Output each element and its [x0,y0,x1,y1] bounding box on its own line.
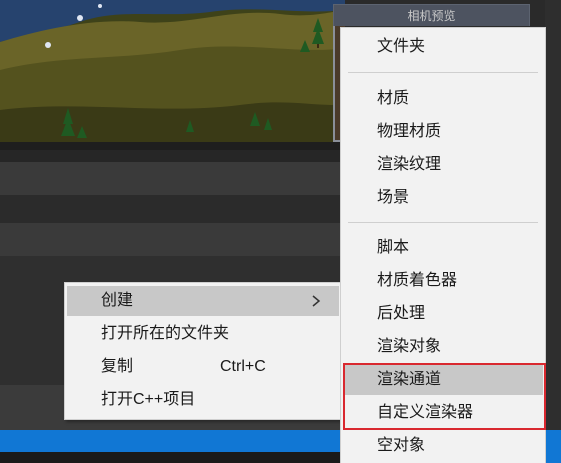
submenu-item-post-processing[interactable]: 后处理 [343,299,543,329]
submenu-item-render-object[interactable]: 渲染对象 [343,332,543,362]
submenu-item-render-texture[interactable]: 渲染纹理 [343,150,543,180]
menu-item-label: 空对象 [377,437,426,454]
menu-item-label: 材质着色器 [377,272,458,289]
scene-viewport[interactable] [0,0,345,150]
menu-item-label: 场景 [377,189,410,206]
submenu-item-material-shader[interactable]: 材质着色器 [343,266,543,296]
status-bar-slot [0,452,345,463]
context-menu: 创建 打开所在的文件夹 复制 Ctrl+C 打开C++项目 [64,282,342,420]
create-submenu: 文件夹 材质 物理材质 渲染纹理 场景 脚本 材质着色器 后处理 渲染对象 渲染… [340,27,546,463]
panel-divider [0,195,345,223]
submenu-item-script[interactable]: 脚本 [343,233,543,263]
menu-item-label: 后处理 [377,305,426,322]
menu-item-label: 物理材质 [377,123,442,140]
menu-item-label: 渲染通道 [377,371,442,388]
menu-item-label: 文件夹 [377,38,426,55]
menu-separator [348,222,538,223]
camera-preview-title: 相机预览 [333,4,530,26]
submenu-item-folder[interactable]: 文件夹 [343,32,543,62]
menu-item-label: 自定义渲染器 [377,404,474,421]
menu-item-label: 打开C++项目 [101,391,196,408]
menu-item-label: 复制 [101,358,134,375]
submenu-item-empty-object[interactable]: 空对象 [343,431,543,461]
editor-right-edge [545,0,561,463]
menu-item-create[interactable]: 创建 [67,286,339,316]
menu-separator [348,72,538,73]
menu-item-open-cpp-project[interactable]: 打开C++项目 [67,385,339,415]
menu-item-label: 渲染对象 [377,338,442,355]
submenu-item-scene[interactable]: 场景 [343,183,543,213]
menu-item-open-containing-folder[interactable]: 打开所在的文件夹 [67,319,339,349]
scene-landscape-image [0,0,345,150]
submenu-item-custom-renderer[interactable]: 自定义渲染器 [343,398,543,428]
menu-item-label: 创建 [101,292,134,309]
menu-item-label: 渲染纹理 [377,156,442,173]
panel-toolbar [0,162,345,195]
panel-header [0,223,345,256]
submenu-item-material[interactable]: 材质 [343,84,543,114]
submenu-item-physics-material[interactable]: 物理材质 [343,117,543,147]
menu-item-shortcut: Ctrl+C [220,358,266,375]
submenu-item-render-pass[interactable]: 渲染通道 [343,365,543,395]
panel-divider [0,150,345,162]
menu-item-label: 打开所在的文件夹 [101,325,230,342]
menu-item-label: 材质 [377,90,410,107]
menu-item-copy[interactable]: 复制 Ctrl+C [67,352,339,382]
menu-item-label: 脚本 [377,239,410,256]
